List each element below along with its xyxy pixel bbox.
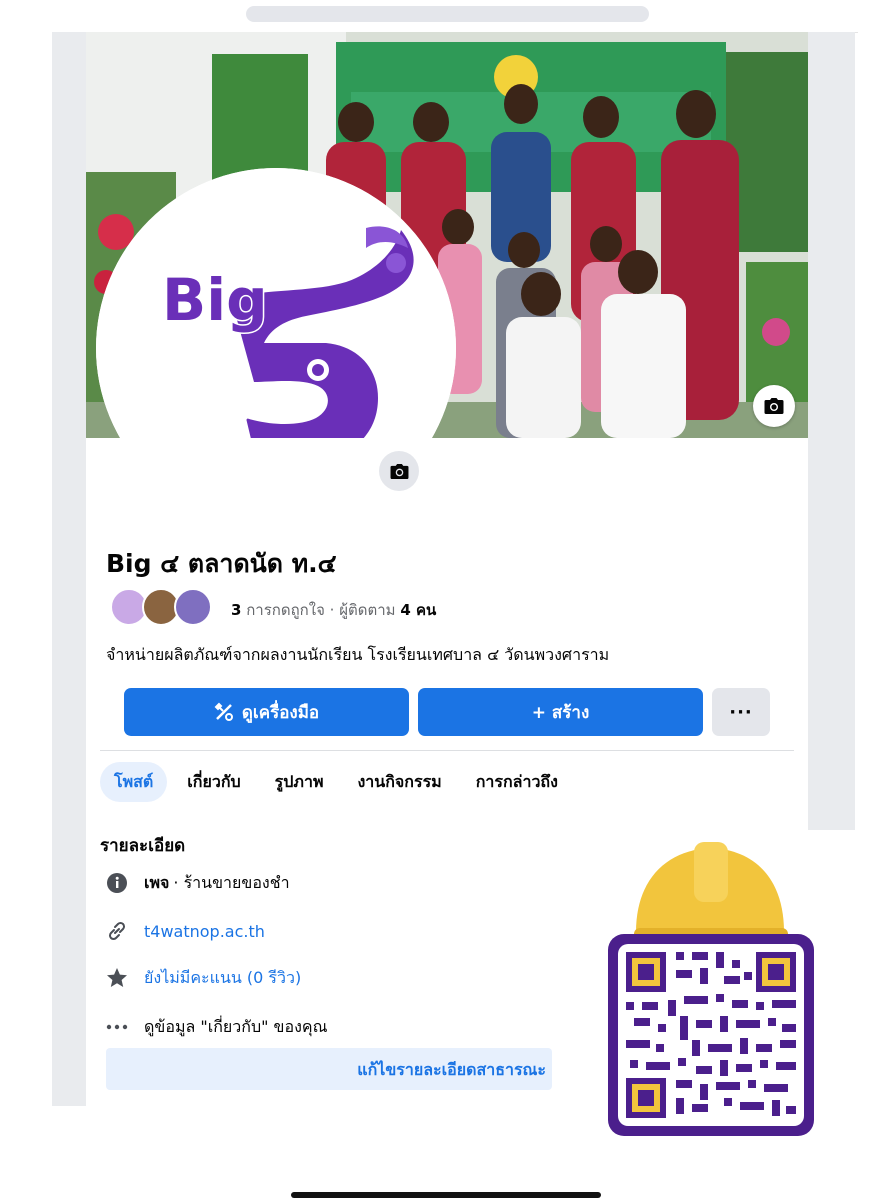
star-icon xyxy=(104,965,130,991)
tab-photos[interactable]: รูปภาพ xyxy=(261,762,338,802)
separator: · xyxy=(329,601,335,619)
about-info-row[interactable]: ดูข้อมูล "เกี่ยวกับ" ของคุณ xyxy=(104,1014,327,1040)
website-link[interactable]: t4watnop.ac.th xyxy=(144,922,265,941)
category-prefix: เพจ xyxy=(144,872,170,892)
create-button[interactable]: + สร้าง xyxy=(418,688,703,736)
page-tabs: โพสต์ เกี่ยวกับ รูปภาพ งานกิจกรรม การกล่… xyxy=(100,760,578,804)
category-value: · ร้านขายของชำ xyxy=(173,872,290,892)
follower-avatar xyxy=(174,588,212,626)
home-indicator[interactable] xyxy=(291,1192,601,1198)
follower-avatars[interactable] xyxy=(110,588,212,628)
qr-code-graphic xyxy=(606,840,816,1140)
rating-text[interactable]: ยังไม่มีคะแนน (0 รีวิว) xyxy=(144,966,301,991)
tab-posts[interactable]: โพสต์ xyxy=(100,762,168,802)
rating-row[interactable]: ยังไม่มีคะแนน (0 รีวิว) xyxy=(104,965,301,991)
view-tools-label: ดูเครื่องมือ xyxy=(241,702,320,723)
edit-public-details-button[interactable]: แก้ไขรายละเอียดสาธารณะ xyxy=(106,1048,552,1090)
profile-camera-button[interactable] xyxy=(379,451,419,491)
svg-text:Big: Big xyxy=(162,266,268,334)
likes-count: 3 xyxy=(231,601,242,619)
followers-count: 4 คน xyxy=(400,601,437,619)
qr-code-icon xyxy=(608,842,814,1136)
likes-followers-line[interactable]: 3 การกดถูกใจ · ผู้ติดตาม 4 คน xyxy=(231,598,436,622)
tab-events[interactable]: งานกิจกรรม xyxy=(343,762,455,802)
view-tools-button[interactable]: ดูเครื่องมือ xyxy=(124,688,409,736)
link-icon xyxy=(104,918,130,944)
profile-picture-container: Big xyxy=(96,168,456,438)
tab-mentions[interactable]: การกล่าวถึง xyxy=(462,762,572,802)
right-gutter xyxy=(808,32,855,830)
followers-label: ผู้ติดตาม xyxy=(339,601,396,619)
page-about-text: จำหน่ายผลิตภัณฑ์จากผลงานนักเรียน โรงเรีย… xyxy=(106,645,610,664)
tools-icon xyxy=(214,702,233,721)
profile-picture[interactable]: Big xyxy=(96,168,456,438)
browser-address-pill xyxy=(246,6,649,22)
camera-icon xyxy=(764,398,784,414)
about-info-text[interactable]: ดูข้อมูล "เกี่ยวกับ" ของคุณ xyxy=(144,1015,327,1040)
cover-camera-button[interactable] xyxy=(753,385,795,427)
left-gutter xyxy=(52,32,86,1106)
website-row[interactable]: t4watnop.ac.th xyxy=(104,918,265,944)
tab-about[interactable]: เกี่ยวกับ xyxy=(173,762,254,802)
edit-public-details-label: แก้ไขรายละเอียดสาธารณะ xyxy=(357,1060,546,1079)
info-icon xyxy=(104,870,130,896)
more-dots-icon xyxy=(104,1014,130,1040)
likes-label: การกดถูกใจ xyxy=(246,601,325,619)
divider xyxy=(100,750,794,751)
details-heading: รายละเอียด xyxy=(100,836,186,856)
big-logo: Big xyxy=(96,168,456,438)
more-dots-icon: ··· xyxy=(729,701,753,723)
page-category-row: เพจ · ร้านขายของชำ xyxy=(104,870,290,896)
more-options-button[interactable]: ··· xyxy=(712,688,770,736)
create-label: + สร้าง xyxy=(531,702,590,723)
camera-icon xyxy=(390,463,408,479)
page-title: Big ๔ ตลาดนัด ท.๔ xyxy=(106,549,337,578)
